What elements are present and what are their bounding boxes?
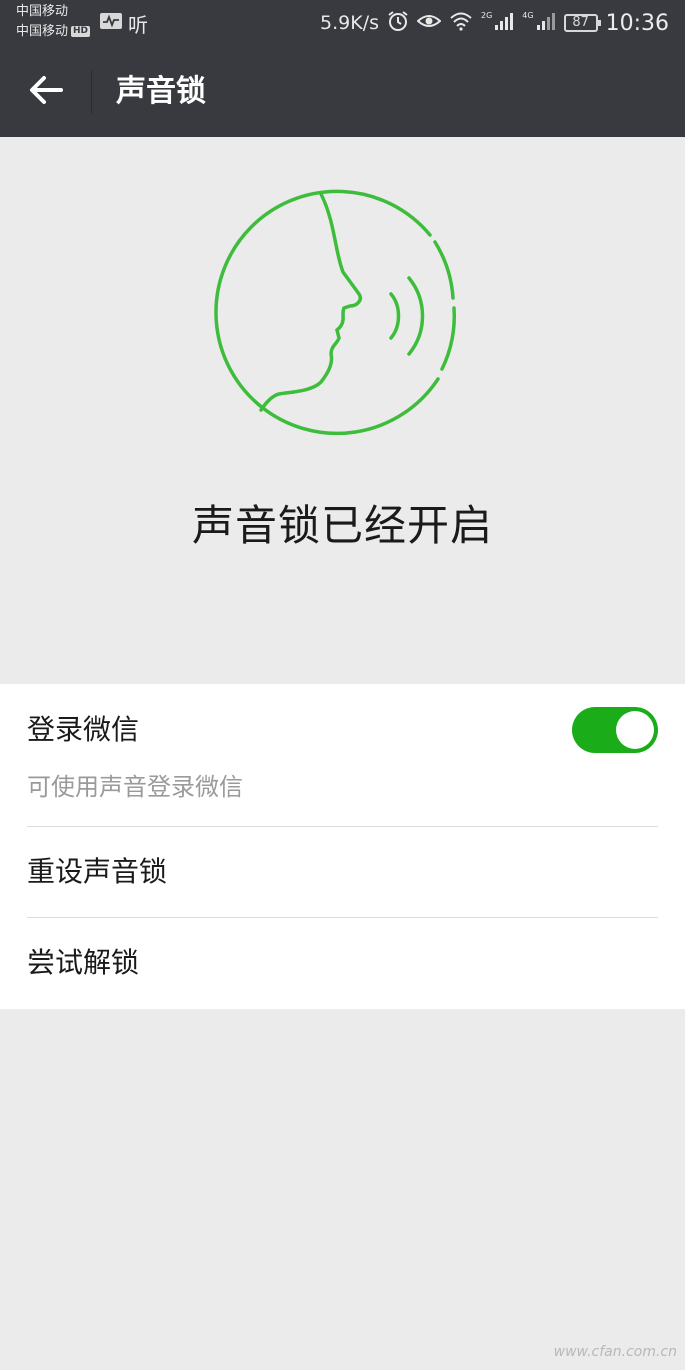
voice-face-icon <box>213 182 469 442</box>
try-unlock-label: 尝试解锁 <box>27 946 140 979</box>
login-wechat-row: 登录微信 可使用声音登录微信 <box>0 684 685 826</box>
toggle-knob <box>616 711 654 749</box>
status-icons-left: 听 <box>100 10 148 37</box>
clock: 10:36 <box>605 10 669 36</box>
carrier-label: 中国移动 <box>16 4 69 19</box>
network-type-2g: 2G <box>481 10 493 20</box>
reset-voice-lock-label: 重设声音锁 <box>27 855 168 888</box>
battery-icon: 87 <box>563 14 601 32</box>
watermark: www.cfan.com.cn <box>553 1344 677 1360</box>
status-bar: 中国移动 中国移动 HD 听 5.9K/s 2G 4G 87 10:36 <box>0 0 685 46</box>
title-divider <box>91 70 92 114</box>
page-title: 声音锁 <box>116 74 206 109</box>
login-wechat-label: 登录微信 <box>27 713 140 746</box>
login-wechat-description: 可使用声音登录微信 <box>27 773 243 801</box>
alarm-icon <box>387 10 409 36</box>
signal-icon-2 <box>536 11 556 35</box>
settings-list: 登录微信 可使用声音登录微信 重设声音锁 尝试解锁 <box>0 684 685 1009</box>
net-speed: 5.9K/s <box>320 12 379 34</box>
battery-level: 87 <box>572 15 589 30</box>
voice-lock-status: 声音锁已经开启 <box>191 501 493 550</box>
login-wechat-toggle[interactable] <box>572 707 658 753</box>
reset-voice-lock-row[interactable]: 重设声音锁 <box>0 827 685 917</box>
eye-icon <box>416 12 442 34</box>
activity-icon <box>100 13 122 33</box>
status-icons-right: 5.9K/s 2G 4G 87 10:36 <box>320 8 669 38</box>
signal-icon <box>494 11 514 35</box>
carrier-label-2: 中国移动 HD <box>16 24 91 40</box>
arrow-left-icon <box>29 75 63 109</box>
try-unlock-row[interactable]: 尝试解锁 <box>0 918 685 1008</box>
wifi-icon <box>449 11 473 35</box>
hd-badge: HD <box>71 26 91 37</box>
back-button[interactable] <box>22 70 70 114</box>
network-type-4g: 4G <box>522 10 534 20</box>
carrier-label-text: 中国移动 <box>16 24 69 39</box>
title-bar: 声音锁 <box>0 46 685 137</box>
listen-label: 听 <box>128 12 148 37</box>
